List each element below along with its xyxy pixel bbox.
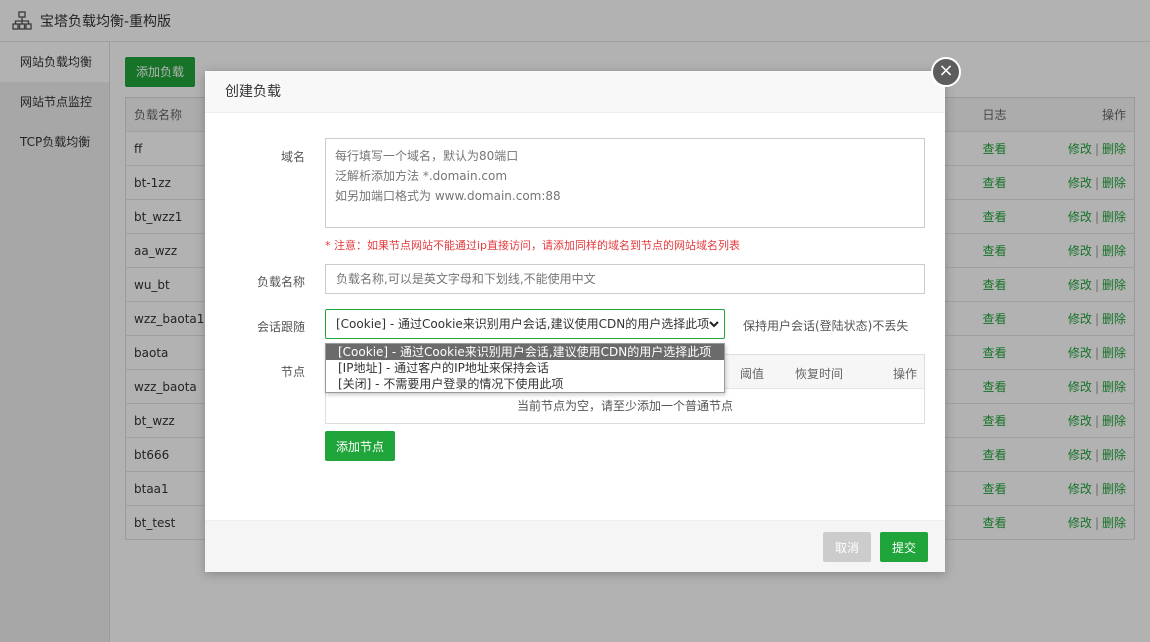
column-header-node-ops: 操作	[893, 367, 918, 381]
close-icon[interactable]: ×	[931, 57, 961, 87]
domain-label: 域名	[280, 150, 305, 164]
session-dropdown: [Cookie] - 通过Cookie来识别用户会话,建议使用CDN的用户选择此…	[325, 343, 725, 393]
column-header-threshold: 阈值	[740, 367, 765, 381]
node-empty-message: 当前节点为空，请至少添加一个普通节点	[516, 399, 733, 413]
session-option-off[interactable]: [关闭] - 不需要用户登录的情况下使用此项	[326, 376, 724, 392]
chevron-down-icon	[709, 321, 719, 328]
load-name-label: 负载名称	[256, 275, 305, 289]
load-name-input[interactable]	[325, 264, 925, 294]
session-label: 会话跟随	[256, 320, 305, 334]
domain-warning: * 注意：如果节点网站不能通过ip直接访问，请添加同样的域名到节点的网站域名列表	[325, 239, 741, 252]
create-load-balancer-dialog: 创建负载 × 域名 * 注意：如果节点网站不能通过ip直接访问，请添加同样的域名…	[205, 57, 961, 572]
node-label: 节点	[280, 365, 305, 379]
cancel-button[interactable]: 取消	[822, 532, 871, 562]
session-hint: 保持用户会话(登陆状态)不丢失	[743, 319, 909, 333]
add-node-button[interactable]: 添加节点	[325, 431, 396, 461]
dialog-footer: 取消 提交	[205, 520, 945, 572]
column-header-recover-time: 恢复时间	[795, 367, 844, 381]
session-select[interactable]: [Cookie] - 通过Cookie来识别用户会话,建议使用CDN的用户选择此…	[325, 309, 725, 339]
submit-button[interactable]: 提交	[879, 532, 928, 562]
session-option-ip[interactable]: [IP地址] - 通过客户的IP地址来保持会话	[326, 360, 724, 376]
session-option-cookie[interactable]: [Cookie] - 通过Cookie来识别用户会话,建议使用CDN的用户选择此…	[326, 344, 724, 360]
dialog-title: 创建负载	[205, 71, 945, 113]
domain-textarea[interactable]	[325, 138, 925, 228]
session-selected-value: [Cookie] - 通过Cookie来识别用户会话,建议使用CDN的用户选择此…	[336, 317, 710, 331]
